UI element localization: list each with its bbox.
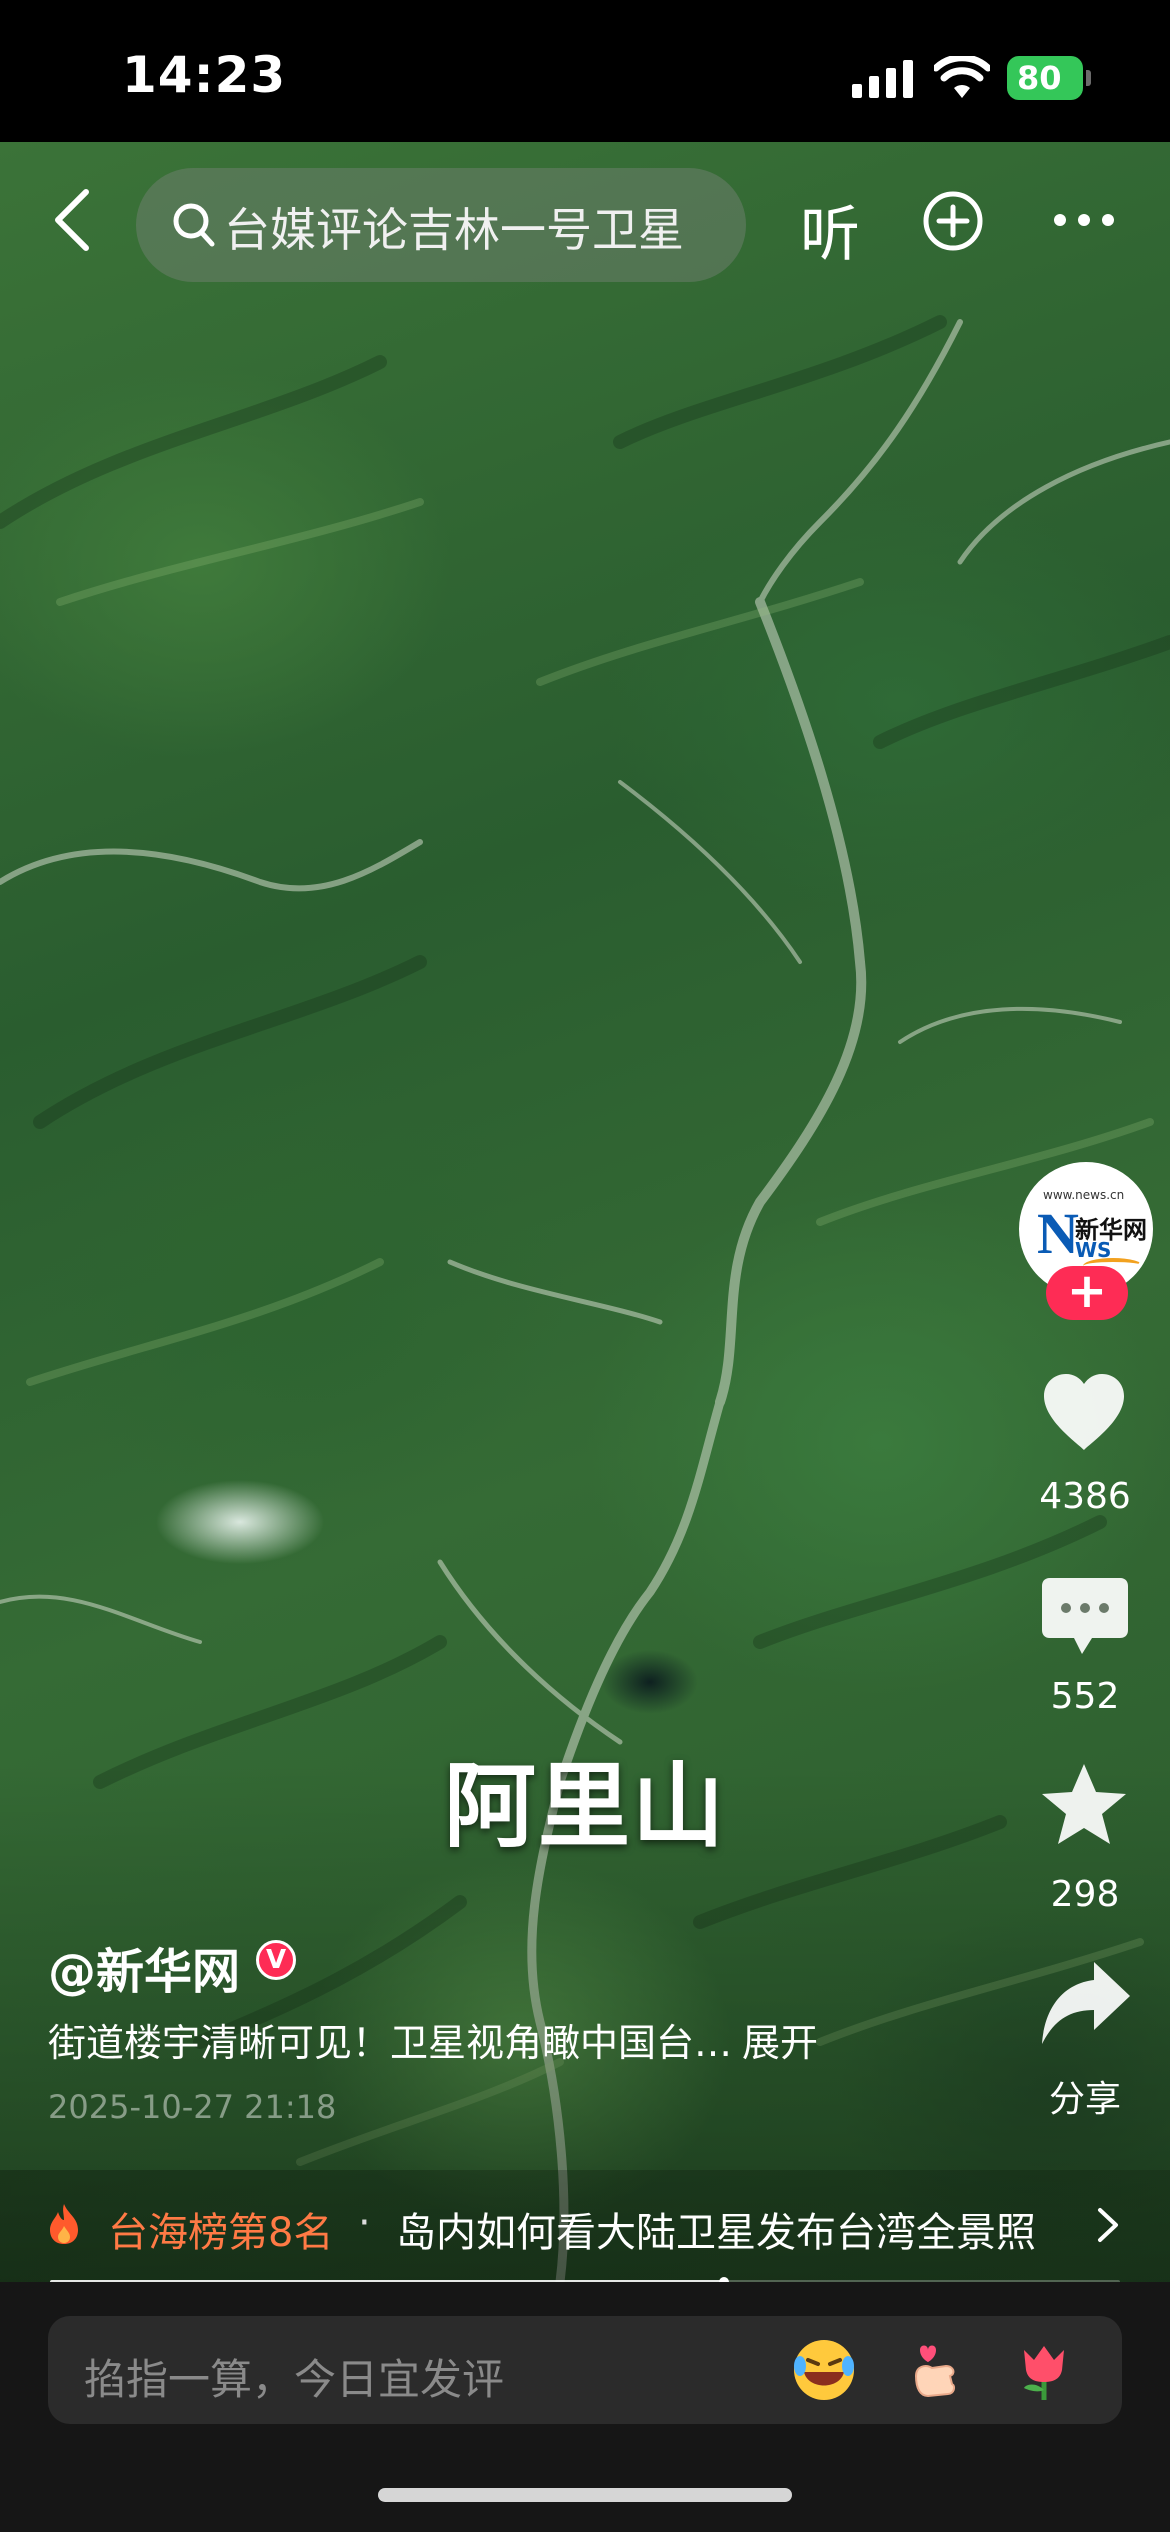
fire-icon — [50, 2204, 78, 2244]
author-name[interactable]: @新华网 — [48, 1932, 240, 2002]
tulip-emoji-icon[interactable] — [1010, 2336, 1078, 2404]
post-description[interactable]: 街道楼宇清晰可见！卫星视角瞰中国台… 展开 — [48, 2012, 818, 2067]
chevron-right-icon — [1098, 2208, 1118, 2242]
status-time: 14:23 — [122, 46, 287, 104]
hot-separator: · — [358, 2200, 371, 2246]
share-arrow-icon[interactable] — [1040, 1960, 1132, 2046]
hot-topic-bar[interactable]: 台海榜第8名 · 岛内如何看大陆卫星发布台湾全景照 — [0, 2170, 1170, 2282]
search-bar[interactable]: 台媒评论吉林一号卫星 — [136, 168, 746, 282]
like-heart-icon[interactable] — [1040, 1372, 1128, 1452]
comment-input[interactable]: 掐指一算，今日宜发评 — [48, 2316, 1122, 2424]
favorite-count: 298 — [1050, 1874, 1120, 1915]
video-overlay-caption: 阿里山 — [443, 1753, 726, 1860]
comment-placeholder: 掐指一算，今日宜发评 — [84, 2355, 505, 2404]
post-date: 2025-10-27 21:18 — [48, 2088, 337, 2126]
battery-indicator: 80 — [1007, 56, 1091, 100]
bottom-comment-area: 掐指一算，今日宜发评 — [0, 2282, 1170, 2532]
hot-topic-title: 岛内如何看大陆卫星发布台湾全景照 — [396, 2210, 1036, 2256]
comment-icon[interactable] — [1040, 1576, 1130, 1658]
status-bar: 14:23 80 — [0, 0, 1170, 142]
wifi-icon — [934, 56, 990, 98]
back-button[interactable] — [50, 188, 94, 252]
battery-level: 80 — [1017, 59, 1062, 97]
laughing-emoji-icon[interactable] — [790, 2336, 858, 2404]
battery-nub — [1086, 70, 1091, 86]
search-icon — [173, 203, 215, 247]
like-count: 4386 — [1039, 1476, 1131, 1517]
hot-rank-label: 台海榜第8名 — [108, 2210, 334, 2256]
expand-link[interactable]: 展开 — [742, 2021, 818, 2065]
comment-count: 552 — [1050, 1676, 1120, 1717]
cellular-signal-icon — [852, 60, 913, 98]
finger-heart-emoji-icon[interactable] — [900, 2336, 968, 2404]
listen-button[interactable]: 听 — [800, 186, 860, 273]
verified-badge: V — [256, 1940, 296, 1980]
avatar-logo-letter: N — [1037, 1201, 1079, 1266]
home-indicator[interactable] — [378, 2488, 792, 2502]
share-label[interactable]: 分享 — [1005, 2070, 1165, 2122]
follow-button[interactable]: + — [1046, 1266, 1128, 1320]
search-query-text: 台媒评论吉林一号卫星 — [224, 203, 684, 257]
description-text: 街道楼宇清晰可见！卫星视角瞰中国台… — [48, 2021, 733, 2065]
plus-circle-icon[interactable] — [922, 190, 984, 252]
more-icon[interactable] — [1052, 212, 1116, 228]
